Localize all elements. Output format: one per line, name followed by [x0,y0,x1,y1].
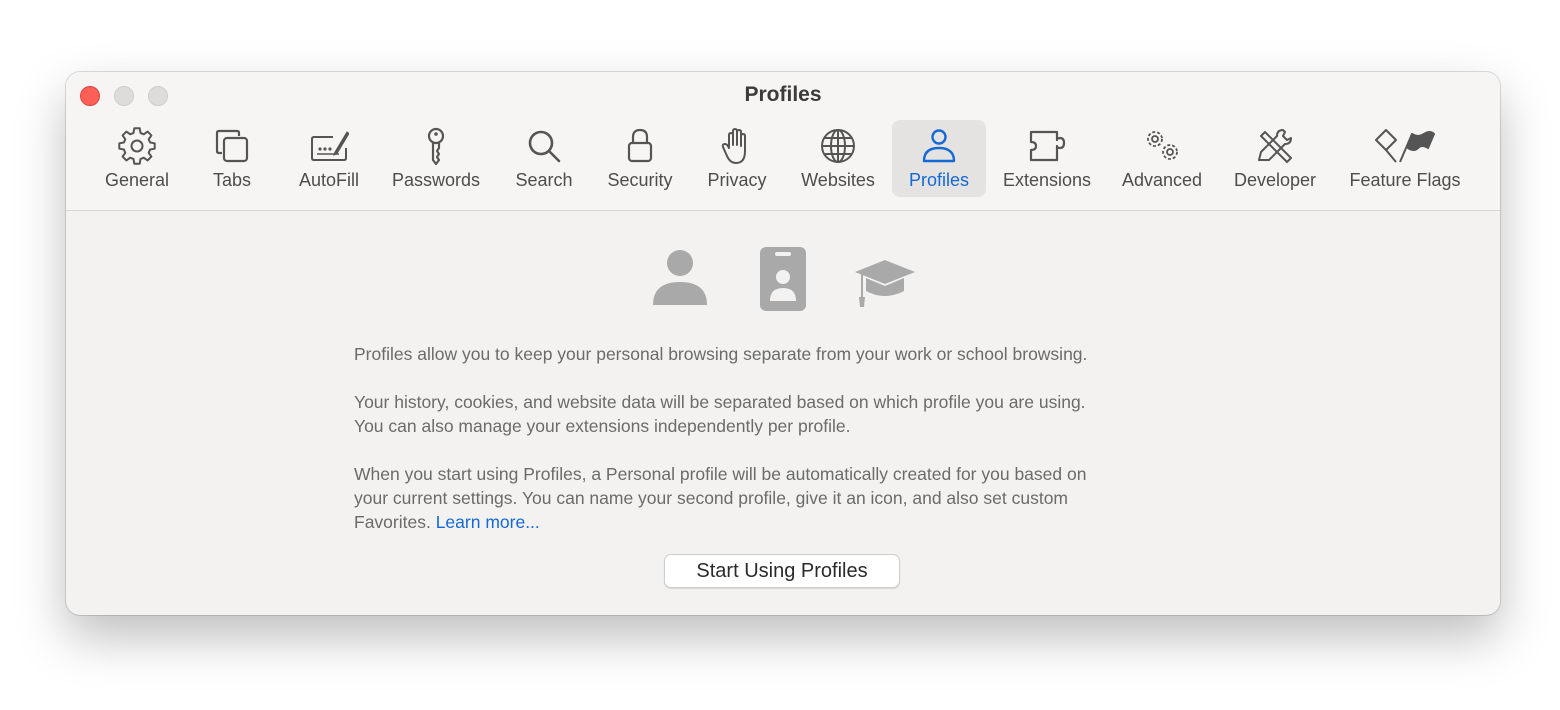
tab-label: Websites [801,170,875,190]
tab-label: Passwords [391,170,481,190]
tab-security[interactable]: Security [598,120,682,197]
settings-window: Profiles General Tabs AutoFill Passwords… [66,72,1500,615]
globe-icon [818,126,858,166]
hero-icons [66,247,1500,317]
paragraph-personal-profile: When you start using Profiles, a Persona… [354,462,1224,534]
gear-icon [117,126,157,166]
graduation-cap-icon [854,257,916,316]
tab-label: Privacy [707,170,767,190]
person-silhouette-icon [652,247,708,312]
paragraph-3-line-2: your current settings. You can name your… [354,488,1069,508]
preferences-toolbar: General Tabs AutoFill Passwords Search S… [66,120,1500,198]
tab-extensions[interactable]: Extensions [996,120,1098,197]
profiles-description: Profiles allow you to keep your personal… [354,342,1224,558]
profiles-pane: Profiles allow you to keep your personal… [66,211,1500,615]
tab-general[interactable]: General [96,120,178,197]
tab-autofill[interactable]: AutoFill [290,120,368,197]
tab-label: Feature Flags [1349,170,1461,190]
tab-tabs[interactable]: Tabs [202,120,262,197]
tab-label: Extensions [1002,170,1092,190]
paragraph-2-line-2: You can also manage your extensions inde… [354,416,851,436]
window-title: Profiles [744,83,822,106]
tab-label: Profiles [908,170,970,190]
tab-search[interactable]: Search [506,120,582,197]
tab-label: Tabs [212,170,252,190]
tab-label: General [104,170,170,190]
start-using-profiles-button[interactable]: Start Using Profiles [664,554,900,588]
paragraph-1: Profiles allow you to keep your personal… [354,344,1088,364]
paragraph-2-line-1: Your history, cookies, and website data … [354,392,1086,412]
magnifier-icon [524,126,564,166]
person-icon [919,126,959,166]
title-bar: Profiles General Tabs AutoFill Passwords… [66,72,1500,211]
tab-privacy[interactable]: Privacy [700,120,774,197]
puzzle-icon [1027,126,1067,166]
learn-more-link[interactable]: Learn more... [436,512,540,532]
tab-profiles[interactable]: Profiles [892,120,986,197]
paragraph-3-line-3: Favorites. [354,512,431,532]
tab-label: AutoFill [298,170,360,190]
paragraph-intro: Profiles allow you to keep your personal… [354,342,1224,366]
hand-icon [717,126,757,166]
gears-icon [1142,126,1182,166]
tabs-icon [212,126,252,166]
paragraph-3-line-1: When you start using Profiles, a Persona… [354,464,1087,484]
tab-label: Developer [1233,170,1317,190]
tab-passwords[interactable]: Passwords [382,120,490,197]
tab-feature-flags[interactable]: Feature Flags [1340,120,1470,197]
paragraph-separation: Your history, cookies, and website data … [354,390,1224,438]
key-icon [416,126,456,166]
lock-icon [620,126,660,166]
tab-developer[interactable]: Developer [1226,120,1324,197]
tab-websites[interactable]: Websites [792,120,884,197]
id-badge-icon [760,247,806,318]
tab-label: Search [515,170,573,190]
tab-advanced[interactable]: Advanced [1116,120,1208,197]
tab-label: Advanced [1121,170,1203,190]
tab-label: Security [607,170,673,190]
flags-icon [1372,126,1438,166]
tools-icon [1255,126,1295,166]
autofill-icon [309,126,349,166]
